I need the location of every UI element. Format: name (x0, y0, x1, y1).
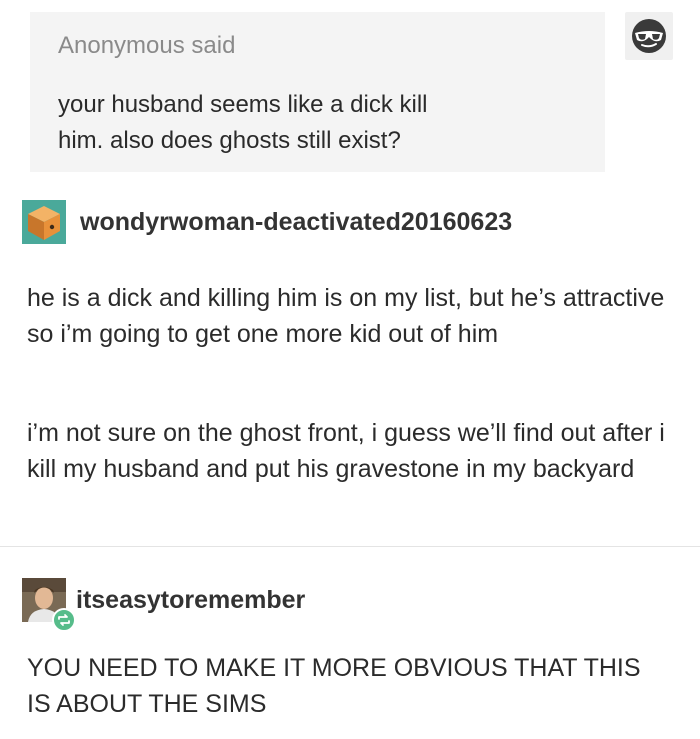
divider (0, 546, 700, 547)
post-paragraph: he is a dick and killing him is on my li… (27, 284, 665, 348)
reblog-header: itseasytoremember (22, 578, 305, 632)
reblog-header: wondyrwoman-deactivated20160623 (22, 200, 512, 244)
ask-question-line: him. also does ghosts still exist? (58, 127, 401, 154)
reblog-icon (58, 614, 70, 626)
anonymous-sunglasses-icon (632, 19, 666, 53)
ask-author: Anonymous said (58, 32, 236, 59)
user-avatar[interactable] (22, 200, 66, 244)
ask-question: your husband seems like a dick kill him.… (58, 87, 578, 159)
username[interactable]: itseasytoremember (76, 586, 305, 615)
username[interactable]: wondyrwoman-deactivated20160623 (80, 208, 512, 237)
ask-question-line: your husband seems like a dick kill (58, 91, 428, 118)
cube-avatar-icon (22, 200, 66, 244)
reblog-badge (52, 608, 76, 632)
post-paragraph: i’m not sure on the ghost front, i guess… (27, 419, 665, 483)
user-avatar[interactable] (22, 578, 76, 632)
anonymous-avatar[interactable] (625, 12, 673, 60)
post-paragraph: YOU NEED TO MAKE IT MORE OBVIOUS THAT TH… (27, 654, 641, 718)
ask-box: Anonymous said your husband seems like a… (30, 12, 605, 172)
